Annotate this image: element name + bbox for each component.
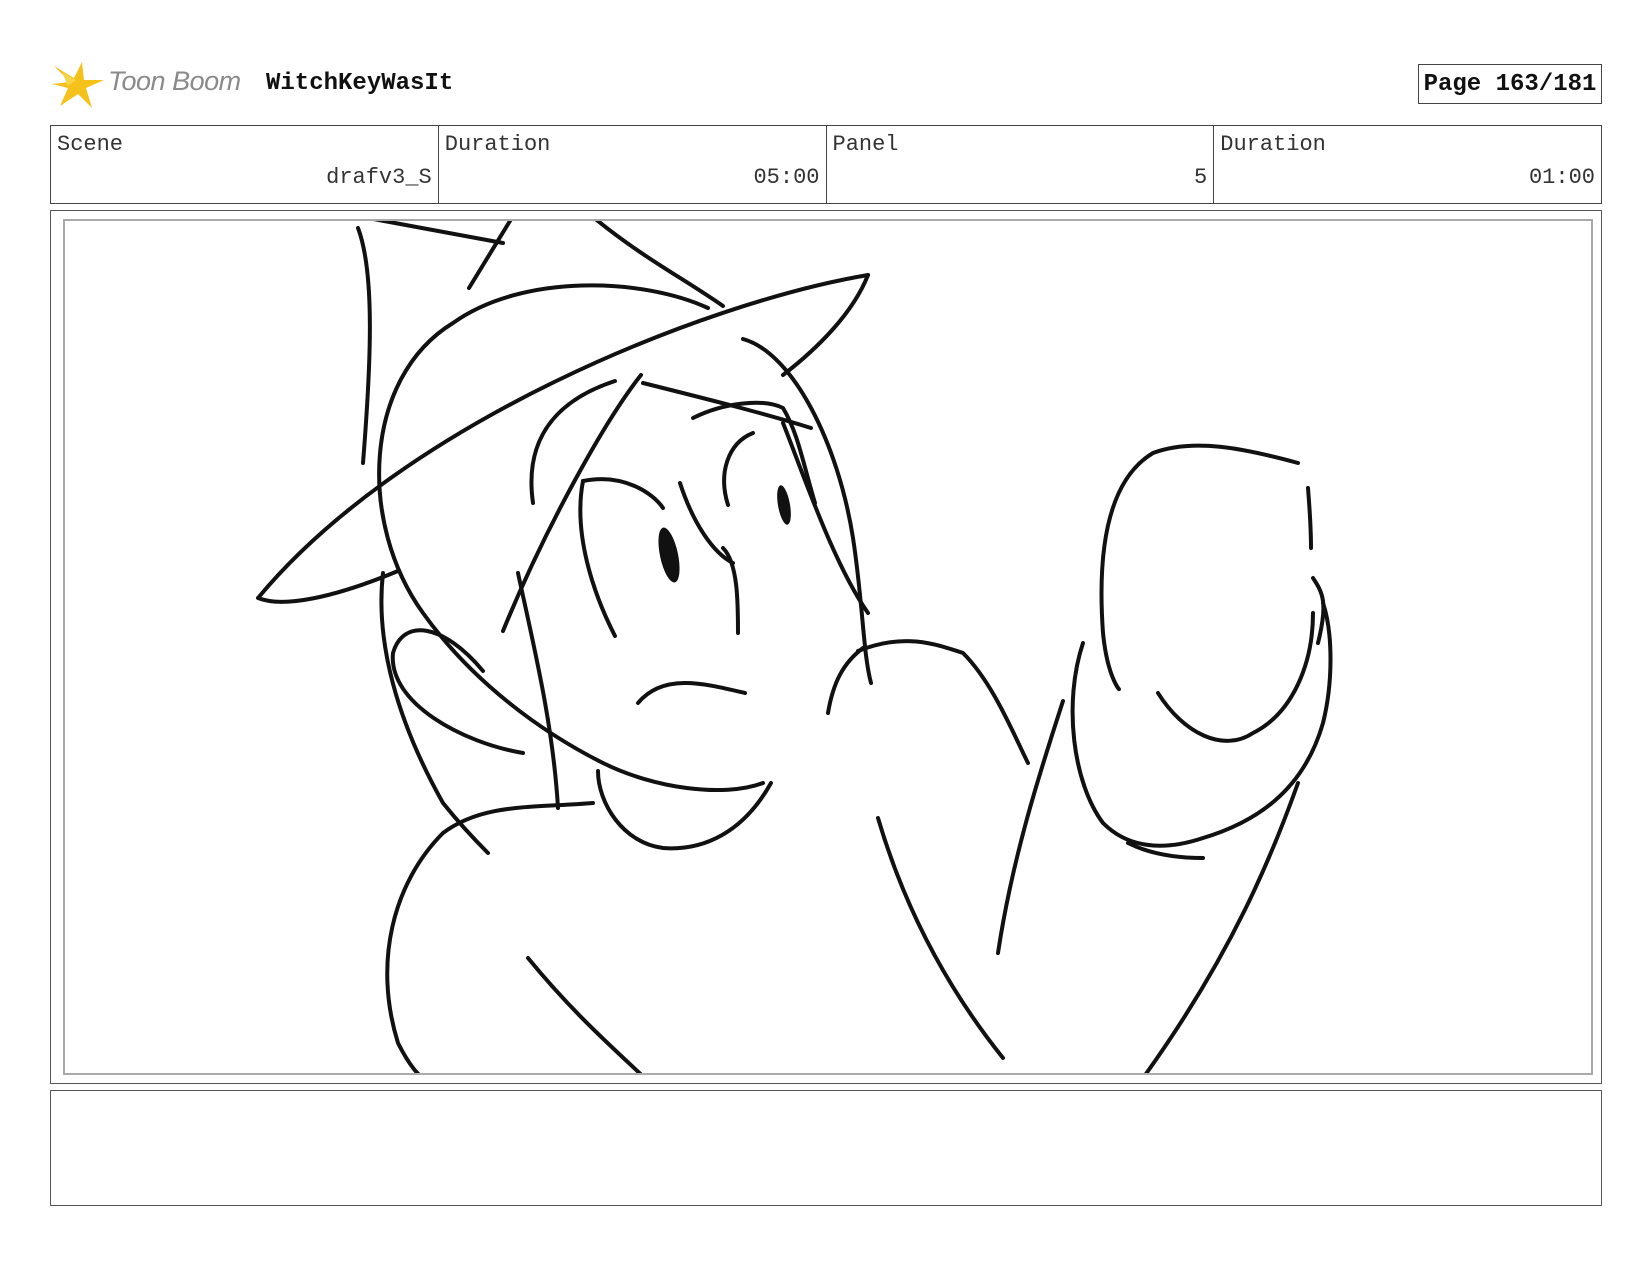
scene-duration-value: 05:00 [753, 165, 820, 190]
scene-duration-cell: Duration 05:00 [439, 126, 827, 203]
toon-boom-star-icon [52, 62, 104, 108]
panel-image [63, 219, 1593, 1075]
panel-frame [50, 210, 1602, 1084]
scene-value: drafv3_S [326, 165, 432, 190]
panel-notes [50, 1090, 1602, 1206]
panel-value: 5 [1194, 165, 1208, 190]
panel-duration-label: Duration [1220, 132, 1326, 157]
scene-duration-label: Duration [444, 132, 551, 157]
panel-cell: Panel 5 [827, 126, 1215, 203]
scene-cell: Scene drafv3_S [51, 126, 439, 203]
project-title: WitchKeyWasIt [266, 70, 454, 97]
panel-duration-cell: Duration 01:00 [1214, 126, 1601, 203]
storyboard-sketch [256, 221, 1333, 1073]
panel-duration-value: 01:00 [1528, 165, 1595, 190]
logo-text: Toon Boom [108, 66, 241, 96]
panel-label: Panel [832, 132, 899, 157]
info-table: Scene drafv3_S Duration 05:00 Panel 5 Du… [50, 125, 1602, 204]
page-number: Page 163/181 [1418, 64, 1602, 104]
toon-boom-logo: Toon Boom [52, 58, 252, 112]
scene-label: Scene [57, 132, 124, 157]
